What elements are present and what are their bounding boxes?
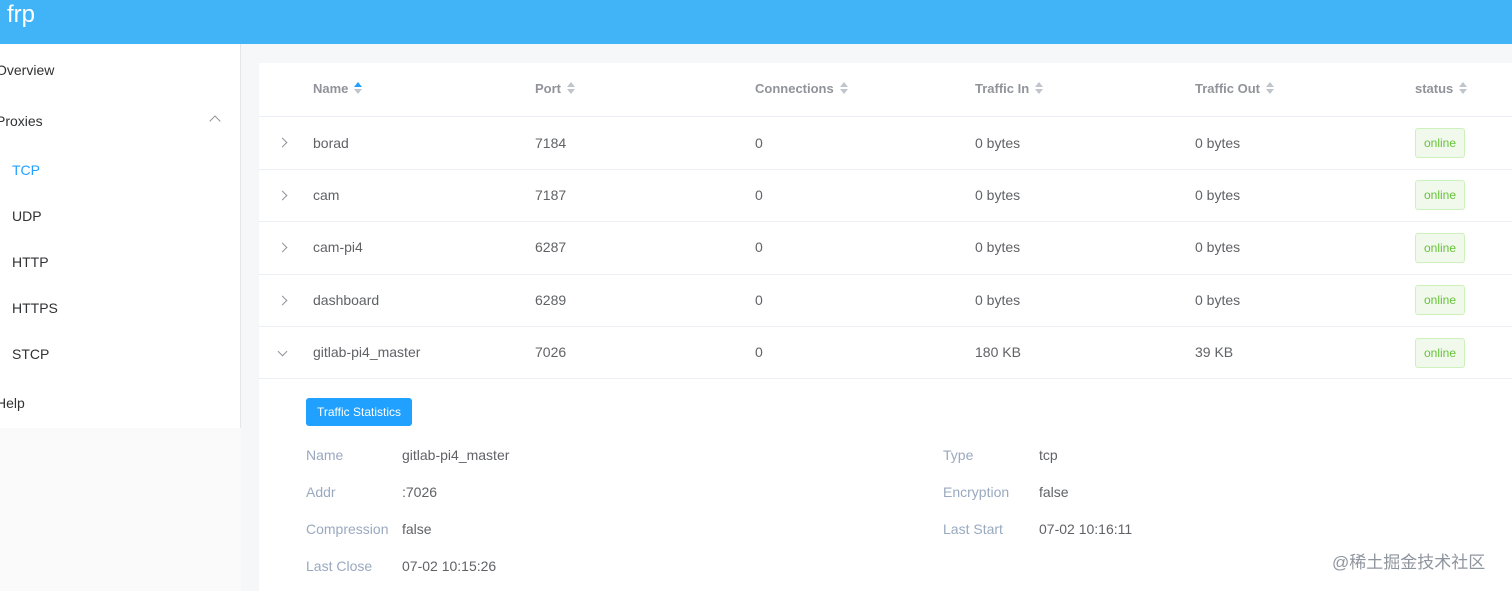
- watermark: @稀土掘金技术社区: [1332, 553, 1486, 572]
- proxy-connections: 0: [755, 187, 763, 203]
- row-divider: [259, 378, 1512, 379]
- detail-encryption-value: false: [1039, 484, 1069, 500]
- proxies-table-card: [259, 63, 1512, 591]
- row-divider: [259, 274, 1512, 275]
- column-header-status-label: status: [1415, 81, 1454, 96]
- sort-icon[interactable]: [1459, 82, 1468, 94]
- proxy-name: dashboard: [313, 292, 380, 308]
- column-header-port-label: Port: [535, 81, 561, 96]
- column-header-name-label: Name: [313, 81, 349, 96]
- proxy-port: 7187: [535, 187, 567, 203]
- row-divider: [259, 221, 1512, 222]
- proxy-port: 7184: [535, 135, 567, 151]
- column-header-traffic-in-label: Traffic In: [975, 81, 1030, 96]
- detail-name-value: gitlab-pi4_master: [402, 447, 510, 463]
- proxy-traffic-in: 0 bytes: [975, 292, 1021, 308]
- sidebar-item-http[interactable]: HTTP: [12, 252, 49, 272]
- proxy-traffic-out: 39 KB: [1195, 344, 1234, 360]
- sidebar-item-https[interactable]: HTTPS: [12, 298, 58, 318]
- sort-icon[interactable]: [567, 82, 575, 94]
- detail-last-close-label: Last Close: [306, 558, 373, 574]
- status-badge: online: [1415, 233, 1465, 263]
- status-badge: online: [1415, 180, 1465, 210]
- status-badge: online: [1415, 128, 1465, 158]
- proxy-connections: 0: [755, 344, 763, 360]
- sidebar-item-tcp[interactable]: TCP: [12, 160, 40, 180]
- detail-addr-value: :7026: [402, 484, 438, 500]
- detail-last-close-value: 07-02 10:15:26: [402, 558, 497, 574]
- detail-last-start-value: 07-02 10:16:11: [1039, 521, 1133, 537]
- proxy-name: borad: [313, 135, 349, 151]
- detail-compression-label: Compression: [306, 521, 389, 537]
- proxy-traffic-in: 0 bytes: [975, 187, 1021, 203]
- column-header-name[interactable]: Name: [313, 81, 363, 97]
- sort-ascending-icon[interactable]: [354, 82, 363, 94]
- sidebar-item-overview[interactable]: Overview: [0, 60, 54, 80]
- proxy-traffic-in: 0 bytes: [975, 135, 1021, 151]
- proxy-traffic-in: 0 bytes: [975, 239, 1021, 255]
- column-header-connections-label: Connections: [755, 81, 834, 96]
- sort-icon[interactable]: [1035, 82, 1044, 94]
- row-divider: [259, 116, 1512, 117]
- sidebar: [0, 44, 241, 428]
- proxy-name: cam: [313, 187, 340, 203]
- proxy-traffic-out: 0 bytes: [1195, 239, 1241, 255]
- status-badge: online: [1415, 338, 1465, 368]
- traffic-statistics-button[interactable]: Traffic Statistics: [306, 398, 412, 426]
- proxy-connections: 0: [755, 292, 763, 308]
- sidebar-item-proxies[interactable]: Proxies: [0, 111, 43, 131]
- proxy-traffic-in: 180 KB: [975, 344, 1021, 360]
- row-divider: [259, 326, 1512, 327]
- proxy-traffic-out: 0 bytes: [1195, 187, 1241, 203]
- top-bar: frp: [0, 0, 1512, 44]
- sort-icon[interactable]: [839, 82, 848, 94]
- detail-encryption-label: Encryption: [943, 484, 1010, 500]
- proxy-name: gitlab-pi4_master: [313, 344, 421, 360]
- detail-addr-label: Addr: [306, 484, 336, 500]
- proxy-traffic-out: 0 bytes: [1195, 135, 1241, 151]
- column-header-port[interactable]: Port: [535, 81, 575, 97]
- sidebar-item-help[interactable]: Help: [0, 393, 25, 413]
- app-title: frp: [7, 1, 36, 28]
- detail-compression-value: false: [402, 521, 432, 537]
- status-badge: online: [1415, 285, 1465, 315]
- sidebar-item-stcp[interactable]: STCP: [12, 344, 49, 364]
- column-header-traffic-in[interactable]: Traffic In: [975, 81, 1044, 97]
- detail-type-label: Type: [943, 447, 974, 463]
- proxy-port: 7026: [535, 344, 567, 360]
- proxy-connections: 0: [755, 135, 763, 151]
- column-header-connections[interactable]: Connections: [755, 81, 848, 97]
- detail-last-start-label: Last Start: [943, 521, 1003, 537]
- sort-icon[interactable]: [1266, 82, 1275, 94]
- proxy-port: 6289: [535, 292, 567, 308]
- sidebar-empty-area: [0, 428, 241, 591]
- column-header-traffic-out[interactable]: Traffic Out: [1195, 81, 1275, 97]
- detail-type-value: tcp: [1039, 447, 1058, 463]
- column-header-traffic-out-label: Traffic Out: [1195, 81, 1261, 96]
- proxy-name: cam-pi4: [313, 239, 363, 255]
- sidebar-item-udp[interactable]: UDP: [12, 206, 42, 226]
- column-header-status[interactable]: status: [1415, 81, 1468, 97]
- proxy-traffic-out: 0 bytes: [1195, 292, 1241, 308]
- proxy-connections: 0: [755, 239, 763, 255]
- row-divider: [259, 169, 1512, 170]
- detail-name-label: Name: [306, 447, 344, 463]
- proxy-port: 6287: [535, 239, 567, 255]
